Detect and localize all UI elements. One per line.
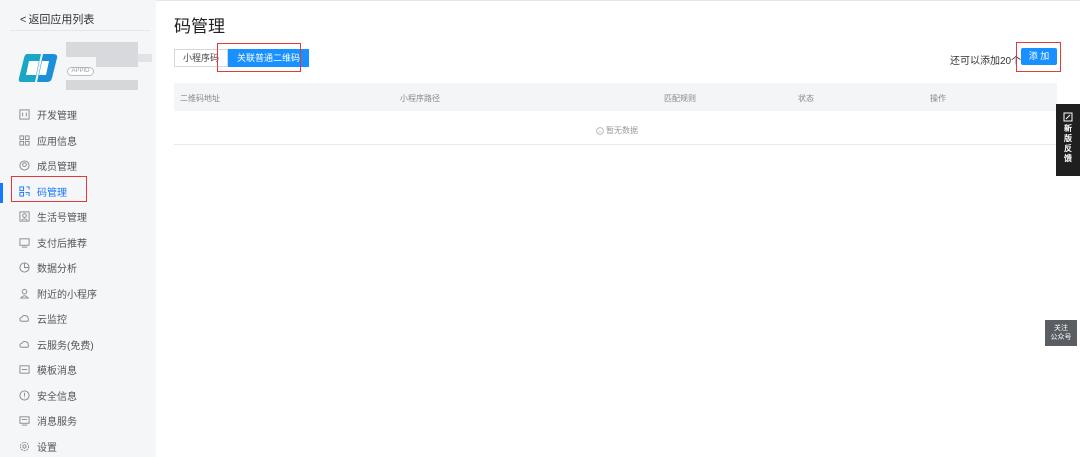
sidebar-item-label: 附近的小程序 [37,289,97,301]
sidebar-item-security-info[interactable]: 安全信息 [0,383,156,409]
app-desc-redacted [66,80,138,90]
empty-text: 暂无数据 [606,126,638,135]
sidebar-item-label: 成员管理 [37,162,77,174]
sidebar-item-post-pay-recommend[interactable]: 支付后推荐 [0,230,156,256]
sidebar-item-label: 应用信息 [37,136,77,148]
app-info-block: APPID [0,38,156,98]
sidebar-item-label: 码管理 [37,187,67,199]
member-icon [18,160,30,172]
top-divider [156,0,1080,1]
app-logo-icon [18,54,58,82]
sidebar-item-cloud-service[interactable]: 云服务(免费) [0,332,156,358]
remaining-quota-text: 还可以添加20个 [950,56,1022,67]
qrcode-icon [18,185,30,197]
follow-label-line1: 关注 [1054,325,1068,332]
column-header-match-rule: 匹配规则 [664,94,696,103]
column-header-qrcode-url: 二维码地址 [180,94,220,103]
page-title: 码管理 [174,17,225,36]
code-box-icon [18,109,30,121]
appid-badge: APPID [67,67,94,76]
message-template-icon [18,364,30,376]
sidebar-item-label: 设置 [37,442,57,454]
grid-icon [18,134,30,146]
column-header-status: 状态 [798,94,814,103]
app-name-redacted [66,42,138,57]
sidebar-menu: 开发管理 应用信息 成员管理 码管理 生活号管理 支付后推荐 数据分析 附近的小… [0,102,156,457]
monitor-icon [18,236,30,248]
sidebar-item-label: 支付后推荐 [37,238,87,250]
sidebar-item-label: 云服务(免费) [37,340,94,352]
tab-linked-qrcode[interactable]: 关联普通二维码 [228,49,310,67]
new-feedback-button[interactable]: 新 版 反 馈 [1056,104,1080,176]
pie-icon [18,262,30,274]
feedback-char: 版 [1064,134,1072,143]
code-type-tabs: 小程序码 关联普通二维码 [174,49,310,67]
sidebar-item-label: 模板消息 [37,366,77,378]
empty-face-icon [596,126,604,135]
sidebar-item-data-analysis[interactable]: 数据分析 [0,255,156,281]
sidebar-item-dev-management[interactable]: 开发管理 [0,102,156,128]
sidebar-item-code-management[interactable]: 码管理 [0,179,156,205]
edit-icon [1063,112,1073,122]
sidebar-item-settings[interactable]: 设置 [0,434,156,457]
tab-miniapp-code[interactable]: 小程序码 [174,49,229,67]
sidebar-item-cloud-monitor[interactable]: 云监控 [0,306,156,332]
empty-state: 暂无数据 [596,125,638,136]
chevron-left-icon: < [20,14,27,26]
sidebar-item-template-message[interactable]: 模板消息 [0,357,156,383]
sidebar-item-label: 生活号管理 [37,213,87,225]
cloud-service-icon [18,338,30,350]
sidebar-item-label: 消息服务 [37,417,77,429]
back-to-app-list-link[interactable]: < 返回应用列表 [20,11,94,27]
sidebar-item-message-service[interactable]: 消息服务 [0,408,156,434]
column-header-miniapp-path: 小程序路径 [400,94,440,103]
life-account-icon [18,211,30,223]
gear-icon [18,440,30,452]
follow-label-line2: 公众号 [1050,334,1072,341]
sidebar-divider [10,30,150,31]
sidebar-item-app-info[interactable]: 应用信息 [0,128,156,154]
sidebar-item-life-account[interactable]: 生活号管理 [0,204,156,230]
shield-icon [18,389,30,401]
sidebar-item-label: 安全信息 [37,391,77,403]
add-button[interactable]: 添 加 [1021,48,1057,65]
app-name-redacted-tail [138,54,152,62]
table-header: 二维码地址 小程序路径 匹配规则 状态 操作 [174,83,1057,111]
qrcode-table: 二维码地址 小程序路径 匹配规则 状态 操作 暂无数据 [174,83,1057,145]
column-header-actions: 操作 [930,94,946,103]
feedback-char: 新 [1064,124,1072,133]
sidebar-item-label: 云监控 [37,315,67,327]
sidebar-item-members[interactable]: 成员管理 [0,153,156,179]
app-id-redacted [96,57,138,67]
sidebar-item-label: 数据分析 [37,264,77,276]
sidebar-item-label: 开发管理 [37,111,77,123]
feedback-char: 反 [1064,144,1072,153]
location-person-icon [18,287,30,299]
sidebar-item-nearby-miniapp[interactable]: 附近的小程序 [0,281,156,307]
cloud-icon [18,313,30,325]
feedback-char: 馈 [1064,154,1072,163]
back-link-label: 返回应用列表 [28,14,95,26]
sidebar: < 返回应用列表 APPID 开发管理 应用信息 成员管理 码管理 生活号管理 … [0,0,156,457]
message-service-icon [18,415,30,427]
follow-official-account-button[interactable]: 关注 公众号 [1045,320,1077,346]
